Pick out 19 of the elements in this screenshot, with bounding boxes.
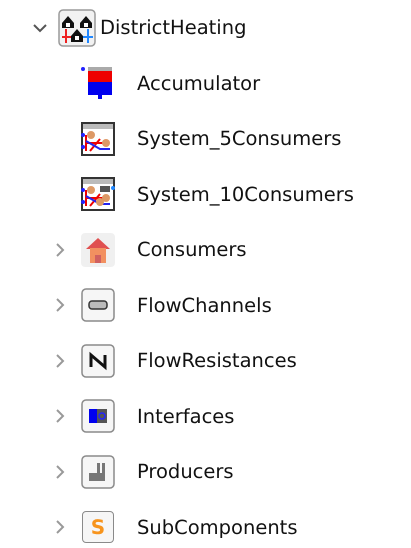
tree-item-label[interactable]: Interfaces: [137, 404, 234, 428]
tree-item-label[interactable]: DistrictHeating: [100, 16, 246, 40]
tree-item-label[interactable]: System_10Consumers: [137, 182, 354, 206]
letter-icon: S: [82, 511, 114, 544]
tree-item-label[interactable]: Producers: [137, 460, 234, 484]
houses-icon: [58, 8, 96, 47]
tree-item-label[interactable]: FlowChannels: [137, 294, 272, 317]
tree-item-label[interactable]: System_5Consumers: [137, 127, 342, 150]
house-icon: [80, 232, 116, 268]
connector-icon: [80, 398, 116, 434]
tree-item-label[interactable]: Accumulator: [137, 72, 260, 95]
tree-item-label[interactable]: SubComponents: [137, 516, 298, 539]
tree-item-label[interactable]: Consumers: [137, 238, 247, 262]
system-diagram-icon: [80, 176, 116, 212]
factory-icon: [80, 454, 116, 490]
tree-item-label[interactable]: FlowResistances: [137, 349, 297, 372]
system-diagram-icon: [80, 120, 116, 157]
pipe-icon: [80, 287, 116, 324]
zigzag-icon: [80, 342, 116, 379]
